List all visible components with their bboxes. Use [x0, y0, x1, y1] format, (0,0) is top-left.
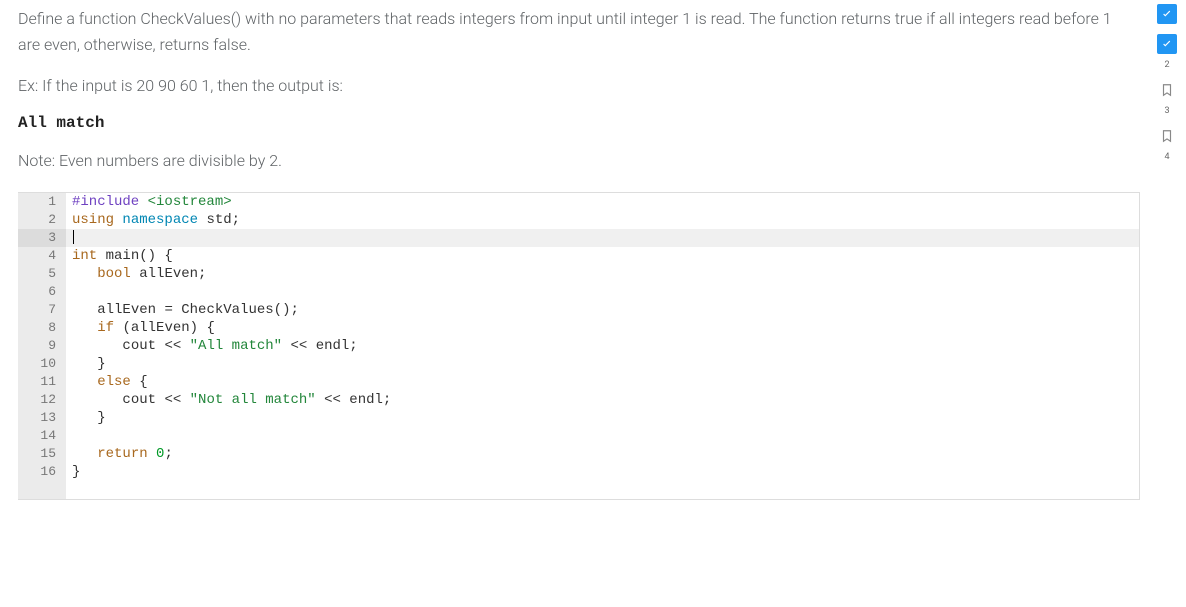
line-number: 9: [18, 337, 66, 355]
line-number: 2: [18, 211, 66, 229]
code-content[interactable]: if (allEven) {: [66, 319, 1139, 337]
line-number: 15: [18, 445, 66, 463]
line-number: 6: [18, 283, 66, 301]
code-content[interactable]: }: [66, 409, 1139, 427]
code-line[interactable]: 2using namespace std;: [18, 211, 1139, 229]
code-line[interactable]: 6: [18, 283, 1139, 301]
line-number: 7: [18, 301, 66, 319]
line-number: 4: [18, 247, 66, 265]
problem-area: Define a function CheckValues() with no …: [0, 0, 1140, 516]
progress-step-label: 4: [1164, 152, 1169, 162]
line-number: 16: [18, 463, 66, 481]
code-line[interactable]: 3: [18, 229, 1139, 247]
code-line[interactable]: 4int main() {: [18, 247, 1139, 265]
check-icon: [1160, 37, 1174, 51]
line-number: 13: [18, 409, 66, 427]
code-content[interactable]: }: [66, 463, 1139, 481]
text-cursor: [73, 230, 74, 244]
code-line[interactable]: 11 else {: [18, 373, 1139, 391]
line-number: 8: [18, 319, 66, 337]
code-line[interactable]: 1#include <iostream>: [18, 193, 1139, 211]
problem-note: Note: Even numbers are divisible by 2.: [18, 148, 1122, 174]
code-content[interactable]: cout << "All match" << endl;: [66, 337, 1139, 355]
progress-step-label: 3: [1164, 106, 1169, 116]
bookmark-icon: [1160, 83, 1174, 97]
line-number: 11: [18, 373, 66, 391]
bookmark-icon: [1160, 129, 1174, 143]
line-number: 14: [18, 427, 66, 445]
code-content[interactable]: cout << "Not all match" << endl;: [66, 391, 1139, 409]
example-label: Ex: If the input is 20 90 60 1, then the…: [18, 73, 1122, 99]
line-number: 12: [18, 391, 66, 409]
code-content[interactable]: int main() {: [66, 247, 1139, 265]
code-line[interactable]: 5 bool allEven;: [18, 265, 1139, 283]
code-content[interactable]: [66, 229, 1139, 247]
code-line[interactable]: 8 if (allEven) {: [18, 319, 1139, 337]
code-content[interactable]: allEven = CheckValues();: [66, 301, 1139, 319]
problem-instruction: Define a function CheckValues() with no …: [18, 6, 1122, 59]
line-number: 10: [18, 355, 66, 373]
code-content[interactable]: [66, 427, 1139, 445]
code-content[interactable]: }: [66, 355, 1139, 373]
code-line[interactable]: 10 }: [18, 355, 1139, 373]
code-line[interactable]: 9 cout << "All match" << endl;: [18, 337, 1139, 355]
progress-step-box[interactable]: [1157, 34, 1177, 54]
code-line[interactable]: 14: [18, 427, 1139, 445]
progress-step-box[interactable]: [1157, 4, 1177, 24]
code-line[interactable]: 13 }: [18, 409, 1139, 427]
code-content[interactable]: bool allEven;: [66, 265, 1139, 283]
code-line[interactable]: 16}: [18, 463, 1139, 481]
code-content[interactable]: #include <iostream>: [66, 193, 1139, 211]
line-number: 5: [18, 265, 66, 283]
bookmark-icon[interactable]: [1157, 80, 1177, 100]
progress-step[interactable]: 2: [1157, 34, 1177, 70]
check-icon: [1160, 7, 1174, 21]
code-content[interactable]: return 0;: [66, 445, 1139, 463]
progress-step[interactable]: 3: [1157, 80, 1177, 116]
expected-output: All match: [18, 114, 1122, 132]
line-number: 3: [18, 229, 66, 247]
line-number: 1: [18, 193, 66, 211]
bookmark-icon[interactable]: [1157, 126, 1177, 146]
progress-step-label: 2: [1164, 60, 1169, 70]
progress-sidebar: 2 3 4: [1152, 4, 1182, 172]
progress-step[interactable]: [1157, 4, 1177, 24]
code-editor[interactable]: 1#include <iostream>2using namespace std…: [18, 192, 1140, 500]
code-content[interactable]: using namespace std;: [66, 211, 1139, 229]
progress-step[interactable]: 4: [1157, 126, 1177, 162]
code-line[interactable]: 12 cout << "Not all match" << endl;: [18, 391, 1139, 409]
code-line[interactable]: 7 allEven = CheckValues();: [18, 301, 1139, 319]
code-content[interactable]: else {: [66, 373, 1139, 391]
code-line[interactable]: 15 return 0;: [18, 445, 1139, 463]
code-content[interactable]: [66, 283, 1139, 301]
